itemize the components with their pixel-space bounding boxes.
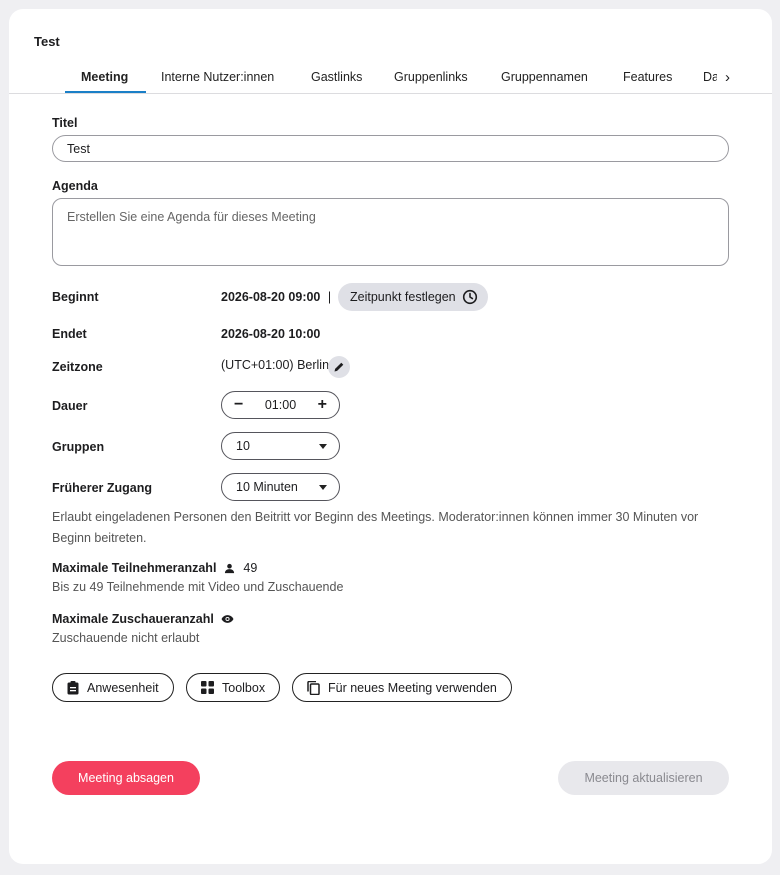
reuse-meeting-label: Für neues Meeting verwenden (328, 680, 497, 695)
frueherer-zugang-label: Früherer Zugang (52, 481, 153, 495)
frueherer-zugang-help: Erlaubt eingeladenen Personen den Beitri… (52, 510, 699, 545)
max-participants-label: Maximale Teilnehmeranzahl (52, 561, 217, 575)
zeitzone-label: Zeitzone (52, 360, 103, 374)
eye-icon (221, 614, 234, 624)
max-viewers-label: Maximale Zuschaueranzahl (52, 612, 214, 626)
chevron-right-icon[interactable]: › (725, 69, 730, 86)
beginnt-label: Beginnt (52, 290, 99, 304)
tab-features[interactable]: Features (623, 70, 672, 84)
endet-value: 2026-08-20 10:00 (221, 327, 321, 341)
meeting-dialog: Test Meeting Interne Nutzer:innen Gastli… (9, 9, 772, 864)
zeitzone-value: (UTC+01:00) Berlin (221, 358, 330, 372)
tab-gruppennamen[interactable]: Gruppennamen (501, 70, 588, 84)
clock-icon (462, 289, 478, 305)
cancel-meeting-button[interactable]: Meeting absagen (52, 761, 200, 795)
edit-timezone-button[interactable] (328, 356, 350, 378)
tab-bar: Meeting Interne Nutzer:innen Gastlinks G… (9, 64, 772, 94)
titel-input[interactable] (52, 135, 729, 162)
agenda-textarea[interactable] (52, 198, 729, 266)
pencil-icon (333, 361, 345, 373)
dauer-label: Dauer (52, 399, 88, 413)
minus-icon[interactable]: − (234, 396, 243, 414)
anwesenheit-label: Anwesenheit (87, 680, 159, 695)
copy-icon (307, 680, 320, 695)
tab-truncated[interactable]: Da (703, 70, 717, 84)
person-icon (224, 563, 235, 574)
endet-label: Endet (52, 327, 87, 341)
gruppen-select[interactable]: 10 (221, 432, 340, 460)
tab-interne-nutzer[interactable]: Interne Nutzer:innen (161, 70, 274, 84)
tab-meeting[interactable]: Meeting (81, 70, 128, 84)
max-participants-value: 49 (243, 561, 258, 575)
duration-stepper: − 01:00 + (221, 391, 340, 419)
tab-gastlinks[interactable]: Gastlinks (311, 70, 362, 84)
grid-icon (201, 681, 214, 694)
frueherer-zugang-value: 10 Minuten (236, 480, 298, 494)
gruppen-label: Gruppen (52, 440, 105, 454)
toolbox-label: Toolbox (222, 680, 266, 695)
duration-value: 01:00 (264, 398, 297, 412)
set-time-button[interactable]: Zeitpunkt festlegen (338, 283, 488, 311)
titel-label: Titel (52, 116, 78, 130)
max-viewers-sub: Zuschauende nicht erlaubt (52, 631, 200, 645)
reuse-meeting-button[interactable]: Für neues Meeting verwenden (292, 673, 512, 702)
chevron-down-icon (319, 443, 327, 449)
max-participants-sub: Bis zu 49 Teilnehmende mit Video und Zus… (52, 580, 344, 594)
plus-icon[interactable]: + (318, 396, 327, 414)
gruppen-value: 10 (236, 439, 250, 453)
agenda-label: Agenda (52, 179, 98, 193)
chevron-down-icon (319, 484, 327, 490)
max-viewers-row: Maximale Zuschaueranzahl (52, 612, 234, 626)
dialog-title: Test (34, 34, 60, 49)
active-tab-indicator (65, 91, 146, 93)
max-participants-row: Maximale Teilnehmeranzahl 49 (52, 561, 257, 575)
update-meeting-button[interactable]: Meeting aktualisieren (558, 761, 729, 795)
anwesenheit-button[interactable]: Anwesenheit (52, 673, 174, 702)
toolbox-button[interactable]: Toolbox (186, 673, 281, 702)
set-time-label: Zeitpunkt festlegen (350, 290, 456, 304)
separator: | (327, 290, 332, 304)
frueherer-zugang-select[interactable]: 10 Minuten (221, 473, 340, 501)
clipboard-icon (67, 680, 79, 695)
beginnt-value: 2026-08-20 09:00 | (221, 290, 332, 304)
tab-gruppenlinks[interactable]: Gruppenlinks (394, 70, 468, 84)
